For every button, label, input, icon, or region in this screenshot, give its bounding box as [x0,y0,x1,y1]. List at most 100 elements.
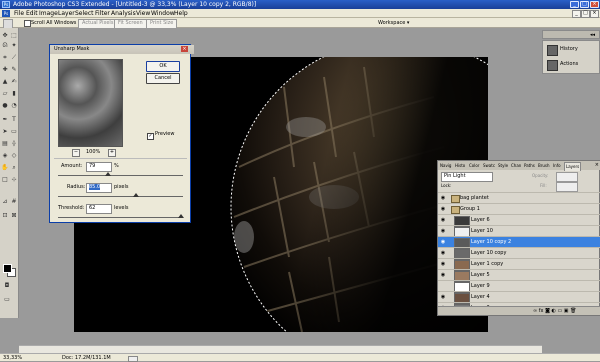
radius-input[interactable]: 85.0 [86,183,112,193]
eraser-tool-icon[interactable]: ▱ [1,90,9,97]
tab-info[interactable]: Info [553,162,561,170]
visibility-eye-icon[interactable]: ◉ [440,217,446,223]
layer-action-icons[interactable]: ∞ fx ◙ ◐ ▭ ▣ 🗑 [533,307,576,315]
radius-slider-track[interactable] [58,196,183,197]
close-button[interactable]: × [590,1,599,8]
tab-histogram[interactable]: Histo [455,162,465,170]
visibility-eye-icon[interactable] [440,283,446,289]
doc-minimize-button[interactable]: _ [572,10,581,18]
extra-tool-icon[interactable]: ⊡ [1,212,9,219]
lasso-tool-icon[interactable]: ᘏ [1,42,9,49]
zoom-out-button[interactable]: − [72,149,80,157]
visibility-eye-icon[interactable]: ◉ [440,228,446,234]
tab-layers[interactable]: Layers [564,162,582,171]
visibility-eye-icon[interactable]: ◉ [440,239,446,245]
fit-screen-button[interactable]: Fit Screen [114,19,147,29]
tab-swatches[interactable]: Swatc [483,162,495,170]
visibility-eye-icon[interactable]: ◉ [440,294,446,300]
menu-file[interactable]: File [14,9,24,18]
blend-mode-select[interactable]: Pin Light [441,172,493,182]
menu-image[interactable]: Image [39,9,58,18]
hand-tool-icon[interactable]: ✋ [1,164,9,171]
eyedropper-tool-icon[interactable]: ⟠ [10,140,18,147]
preview-checkbox[interactable]: ✓ [147,133,154,140]
ok-button[interactable]: OK [146,61,180,72]
tab-brushes[interactable]: Brush [538,162,550,170]
count-tool-icon[interactable]: # [10,198,18,205]
screen-mode-icon[interactable]: ▭ [3,296,11,303]
print-size-button[interactable]: Print Size [146,19,178,29]
amount-slider-track[interactable] [58,175,183,176]
filter-preview-image[interactable] [58,59,123,147]
threshold-slider-knob[interactable] [178,214,184,218]
visibility-eye-icon[interactable]: ◉ [440,261,446,267]
shape-rect-icon[interactable]: □ [1,176,9,183]
pen-tool-icon[interactable]: ✒ [1,116,9,123]
slice-tool-icon[interactable]: ⟋ [10,54,18,61]
tab-styles[interactable]: Style [498,162,508,170]
shape-tool-icon[interactable]: ▭ [10,128,18,135]
dialog-close-button[interactable]: × [181,46,188,52]
clone-stamp-icon[interactable]: ▲ [1,78,9,85]
scroll-all-windows-checkbox[interactable] [24,20,31,27]
menu-help[interactable]: Help [174,9,188,18]
blur-tool-icon[interactable]: ● [1,102,9,109]
visibility-eye-icon[interactable]: ◉ [440,195,446,201]
foreground-color-swatch[interactable] [3,264,12,273]
cancel-button[interactable]: Cancel [146,73,180,84]
ps-menu-icon[interactable]: Ps [2,10,10,17]
crop-tool-icon[interactable]: ⌗ [1,54,9,61]
radius-slider-knob[interactable] [133,193,139,197]
dock-header[interactable]: ◂◂ [542,30,600,39]
dock-history-label[interactable]: History [560,46,578,52]
type-tool-icon[interactable]: T [10,116,18,123]
healing-brush-icon[interactable]: ✚ [1,66,9,73]
status-menu-arrow-icon[interactable] [128,356,138,362]
collapse-arrow-icon[interactable]: ◂◂ [590,32,595,38]
menu-window[interactable]: Window [151,9,175,18]
tab-channels[interactable]: Chan [511,162,521,170]
tab-paths[interactable]: Paths [524,162,535,170]
brush-tool-icon[interactable]: ✎ [10,66,18,73]
path-select-icon[interactable]: ➤ [1,128,9,135]
doc-restore-button[interactable]: □ [581,10,590,18]
menu-edit[interactable]: Edit [26,9,38,18]
opacity-input[interactable] [556,172,578,182]
fill-input[interactable] [556,182,578,192]
visibility-eye-icon[interactable]: ◉ [440,272,446,278]
3d-camera-icon[interactable]: ◇ [10,152,18,159]
maximize-button[interactable]: □ [580,1,589,8]
minimize-button[interactable]: _ [570,1,579,8]
dodge-tool-icon[interactable]: ◔ [10,102,18,109]
move-tool-icon[interactable]: ✥ [1,32,9,39]
magic-wand-tool-icon[interactable]: ✦ [10,42,18,49]
menu-analysis[interactable]: Analysis [111,9,136,18]
visibility-eye-icon[interactable]: ◉ [440,250,446,256]
history-icon[interactable] [547,45,558,56]
tab-color[interactable]: Color [469,162,479,170]
menu-filter[interactable]: Filter [95,9,110,18]
workspace-dropdown[interactable]: Workspace ▾ [378,19,409,27]
panel-close-icon[interactable]: × [595,162,599,168]
menu-select[interactable]: Select [75,9,94,18]
threshold-input[interactable]: 62 [86,204,112,214]
ruler-tool-icon[interactable]: ⊿ [1,198,9,205]
zoom-tool-icon[interactable]: ⌕ [10,164,18,171]
marquee-tool-icon[interactable]: ⬚ [10,32,18,39]
amount-slider-knob[interactable] [105,172,111,176]
notes-tool-icon[interactable]: ▤ [1,140,9,147]
menu-view[interactable]: View [136,9,150,18]
threshold-slider-track[interactable] [58,217,183,218]
horizontal-scrollbar[interactable] [19,345,542,353]
measure-tool-icon[interactable]: ⊹ [10,176,18,183]
extra-tool-2-icon[interactable]: ⊠ [10,212,18,219]
visibility-eye-icon[interactable]: ◉ [440,206,446,212]
actions-icon[interactable] [547,60,558,71]
dock-actions-label[interactable]: Actions [560,61,578,67]
doc-close-button[interactable]: × [590,10,599,18]
quick-mask-icon[interactable]: ◘ [3,282,11,289]
history-brush-icon[interactable]: ✍ [10,78,18,85]
gradient-tool-icon[interactable]: ▮ [10,90,18,97]
actual-pixels-button[interactable]: Actual Pixels [78,19,118,29]
3d-tool-icon[interactable]: ◈ [1,152,9,159]
